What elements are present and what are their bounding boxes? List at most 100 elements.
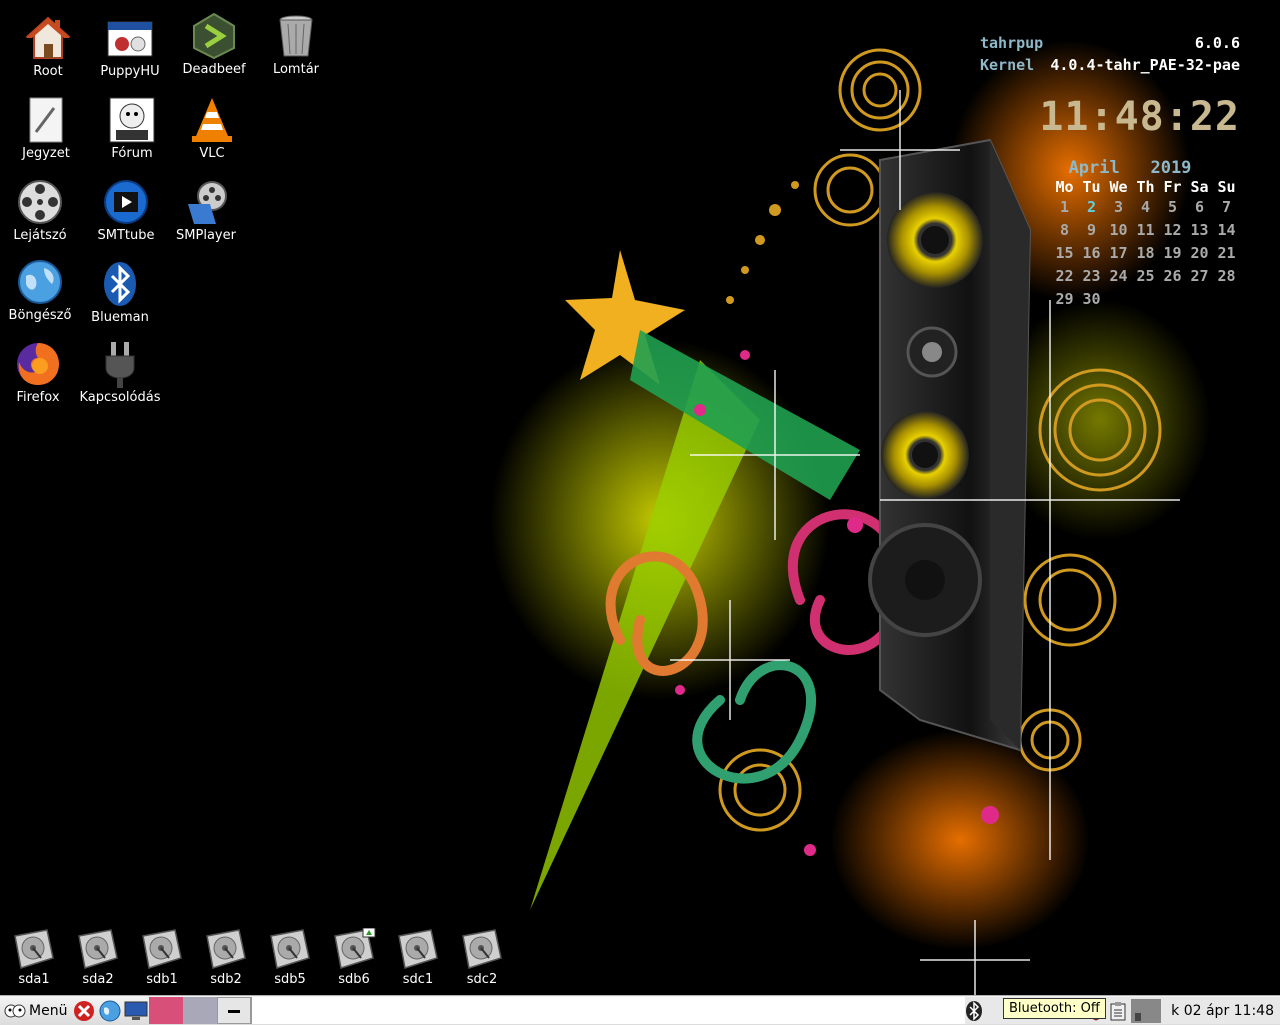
desktop-icon-label: Lejátszó	[13, 228, 67, 243]
close-icon	[74, 1000, 95, 1021]
calendar-day	[1159, 288, 1186, 311]
calendar-day	[1132, 288, 1159, 311]
puppy-menu-icon	[4, 1004, 26, 1017]
desktop-icon-kapcsolodas[interactable]: Kapcsolódás	[78, 340, 162, 405]
desktop-icon-label: VLC	[199, 146, 225, 161]
drive-icon-sdb5[interactable]: sdb5	[260, 928, 320, 987]
network-status-icon[interactable]	[1131, 998, 1162, 1023]
calendar-day	[1105, 288, 1132, 311]
kernel-version: 4.0.4-tahr_PAE-32-pae	[1050, 56, 1240, 74]
desktop-icon-label: Blueman	[91, 310, 149, 325]
bluetooth-icon	[104, 262, 136, 306]
calendar-day: 27	[1190, 267, 1209, 285]
desktop-icon-label: Jegyzet	[22, 146, 70, 161]
firefox-icon	[17, 343, 60, 385]
desktop-icon-blueman[interactable]: Blueman	[78, 260, 162, 325]
weekday-fr: Fr	[1163, 178, 1182, 196]
menu-button[interactable]: Menü	[0, 997, 71, 1024]
conky-system-monitor: tahrpup 6.0.6 Kernel 4.0.4-tahr_PAE-32-p…	[980, 32, 1240, 311]
home-icon	[25, 16, 71, 59]
task-list[interactable]	[251, 997, 966, 1024]
hard-drive-icon	[270, 929, 310, 969]
desktop-icon-smtube[interactable]: SMTtube	[84, 178, 168, 243]
desktop-icon-firefox[interactable]: Firefox	[0, 340, 80, 405]
distro-label: tahrpup	[980, 34, 1044, 52]
desktop-icon-puppyhu[interactable]: PuppyHU	[88, 14, 172, 79]
drive-label: sda1	[18, 972, 50, 987]
vlc-icon	[192, 98, 232, 142]
desktop-icon-label: Fórum	[111, 146, 153, 161]
desktop-icon-label: PuppyHU	[100, 64, 160, 79]
drive-label: sdb2	[210, 972, 242, 987]
desktop[interactable]: Root PuppyHU Deadbeef Lomtár Jegyzet Fór…	[0, 0, 1280, 995]
hard-drive-icon	[14, 929, 54, 969]
quit-launcher[interactable]	[71, 998, 97, 1024]
calendar-day: 24	[1109, 267, 1128, 285]
calendar-day: 15	[1055, 244, 1074, 262]
desktop-icon-lejatszo[interactable]: Lejátszó	[0, 178, 82, 243]
drive-label: sdc2	[466, 972, 498, 987]
calendar-day: 2	[1086, 198, 1097, 216]
calendar-day: 7	[1221, 198, 1232, 216]
drive-label: sdb6	[338, 972, 370, 987]
bluetooth-tray-icon[interactable]	[965, 1000, 983, 1022]
puppy-forum-icon	[109, 97, 155, 143]
calendar-day: 20	[1190, 244, 1209, 262]
taskbar-clock[interactable]: k 02 ápr 11:48	[1165, 1003, 1274, 1019]
desktop-icon-jegyzet[interactable]: Jegyzet	[4, 96, 88, 161]
browser-launcher[interactable]	[97, 998, 123, 1024]
calendar-year: 2019	[1150, 158, 1192, 178]
workspace-1[interactable]	[149, 997, 184, 1024]
menu-label: Menü	[29, 1002, 68, 1019]
drive-label: sda2	[82, 972, 114, 987]
kernel-label: Kernel	[980, 56, 1035, 74]
desktop-icon-trash[interactable]: Lomtár	[254, 12, 338, 77]
calendar-day: 4	[1140, 198, 1151, 216]
calendar-day: 21	[1217, 244, 1236, 262]
calendar-day: 28	[1217, 267, 1236, 285]
hard-drive-icon	[78, 929, 118, 969]
drive-label: sdb1	[146, 972, 178, 987]
drive-icon-sdb1[interactable]: sdb1	[132, 928, 192, 987]
show-desktop-launcher[interactable]	[123, 998, 149, 1024]
plug-icon	[105, 342, 135, 388]
weekday-mo: Mo	[1055, 178, 1074, 196]
calendar-day: 19	[1163, 244, 1182, 262]
drive-icon-sdb6[interactable]: sdb6	[324, 928, 384, 987]
desktop-icon-deadbeef[interactable]: Deadbeef	[172, 12, 256, 77]
desktop-icon-root[interactable]: Root	[6, 14, 90, 79]
weekday-we: We	[1109, 178, 1128, 196]
weekday-th: Th	[1136, 178, 1155, 196]
desktop-icon-smplayer[interactable]: SMPlayer	[164, 178, 248, 243]
calendar-day: 29	[1055, 290, 1074, 308]
hard-drive-icon	[398, 929, 438, 969]
calendar-day: 9	[1086, 221, 1097, 239]
calendar-weekday-header: Mo Tu We Th Fr Sa Su	[980, 178, 1240, 196]
minimize-all-button[interactable]	[217, 997, 252, 1024]
calendar-week: 8 9 10 11 12 13 14	[980, 219, 1240, 242]
desktop-icon-vlc[interactable]: VLC	[170, 96, 254, 161]
calendar-day: 8	[1059, 221, 1070, 239]
desktop-icon-label: SMTtube	[97, 228, 155, 243]
weekday-su: Su	[1217, 178, 1236, 196]
calendar-day: 16	[1082, 244, 1101, 262]
globe-icon	[18, 260, 62, 304]
drive-icon-sda2[interactable]: sda2	[68, 928, 128, 987]
notepad-icon	[29, 97, 63, 143]
distro-row: tahrpup 6.0.6	[980, 32, 1240, 54]
clipboard-icon[interactable]	[1109, 1001, 1127, 1021]
drive-icon-sdc2[interactable]: sdc2	[452, 928, 512, 987]
deadbeef-icon	[193, 12, 235, 60]
drive-icon-sdc1[interactable]: sdc1	[388, 928, 448, 987]
desktop-icon-bongeszo[interactable]: Böngésző	[0, 258, 82, 323]
desktop-icon-forum[interactable]: Fórum	[90, 96, 174, 161]
desktop-icon-label: Firefox	[16, 390, 60, 405]
globe-icon	[99, 1000, 121, 1021]
weekday-sa: Sa	[1190, 178, 1209, 196]
desktop-icon-label: Kapcsolódás	[79, 390, 161, 405]
workspace-2[interactable]	[183, 997, 218, 1024]
desktop-icon-label: SMPlayer	[176, 228, 236, 243]
drive-icon-sda1[interactable]: sda1	[4, 928, 64, 987]
calendar-day: 13	[1190, 221, 1209, 239]
drive-icon-sdb2[interactable]: sdb2	[196, 928, 256, 987]
